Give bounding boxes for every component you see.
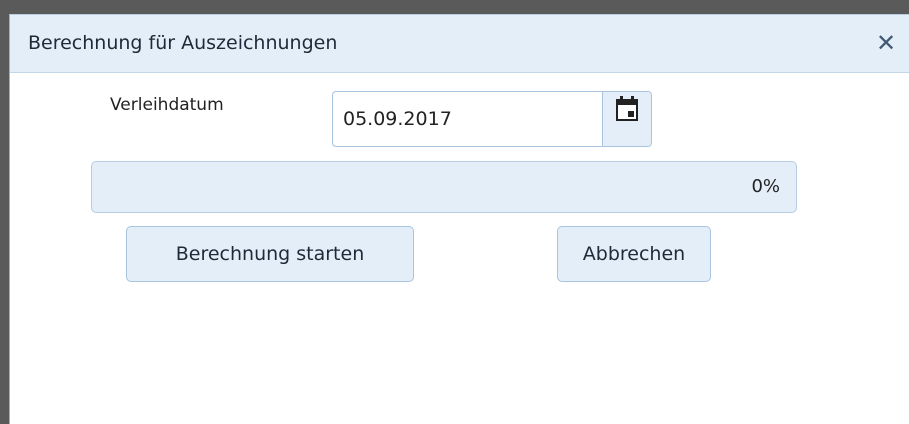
dialog-title: Berechnung für Auszeichnungen [28, 32, 338, 54]
progress-text: 0% [751, 176, 780, 197]
close-icon[interactable]: ✕ [873, 29, 899, 57]
progress-bar: 0% [91, 161, 797, 213]
calendar-icon [616, 96, 638, 121]
dialog-titlebar: Berechnung für Auszeichnungen ✕ [10, 15, 909, 73]
award-date-field [332, 91, 652, 147]
calendar-button[interactable] [602, 92, 651, 146]
calculation-dialog: Berechnung für Auszeichnungen ✕ Verleihd… [9, 14, 909, 424]
award-date-label: Verleihdatum [110, 95, 224, 115]
award-date-input[interactable] [333, 92, 603, 146]
cancel-button[interactable]: Abbrechen [557, 226, 711, 282]
start-calculation-button[interactable]: Berechnung starten [126, 226, 414, 282]
